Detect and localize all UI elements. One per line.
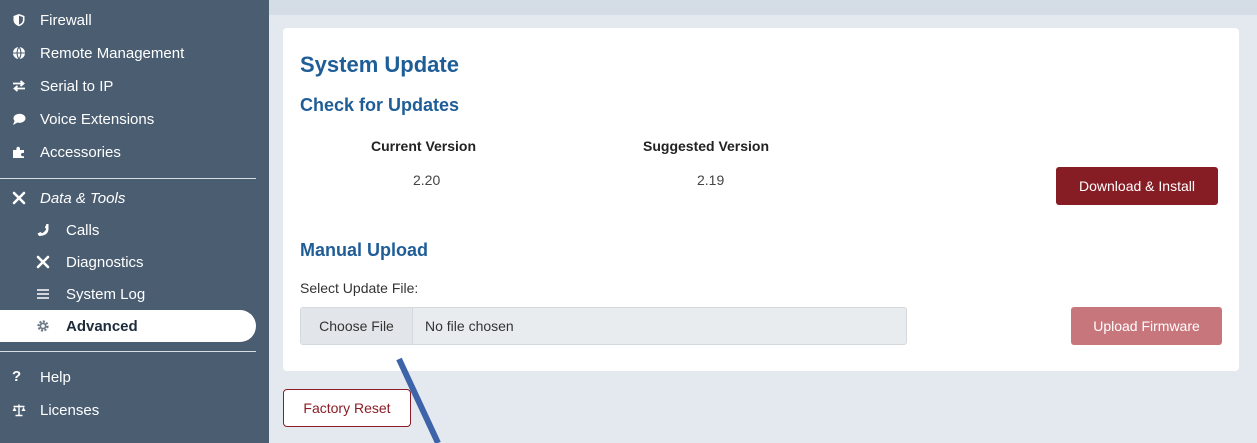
- sidebar-item-accessories[interactable]: Accessories: [0, 136, 256, 168]
- suggested-version-label: Suggested Version: [643, 138, 770, 154]
- sidebar-item-label: Remote Management: [40, 45, 185, 62]
- list-icon: [36, 287, 50, 301]
- sidebar-item-serial-to-ip[interactable]: Serial to IP: [0, 70, 256, 102]
- sidebar-item-help[interactable]: ? Help: [0, 361, 256, 393]
- manual-upload-heading: Manual Upload: [300, 240, 429, 260]
- current-version-label: Current Version: [371, 138, 477, 154]
- sidebar-item-label: Help: [40, 369, 71, 386]
- scales-icon: [12, 403, 26, 417]
- factory-reset-button[interactable]: Factory Reset: [283, 389, 411, 427]
- sidebar-item-label: Licenses: [40, 402, 100, 419]
- check-updates-heading: Check for Updates: [300, 95, 460, 115]
- update-file-input[interactable]: Choose File No file chosen: [300, 307, 907, 345]
- sidebar: Firewall Remote Management Serial to IP …: [0, 0, 269, 443]
- sidebar-item-label: Firewall: [40, 12, 92, 29]
- sidebar-item-remote-management[interactable]: Remote Management: [0, 37, 256, 69]
- sidebar-item-label: Voice Extensions: [40, 111, 155, 128]
- tools-icon: [12, 191, 26, 205]
- sidebar-divider: [0, 351, 256, 352]
- phone-icon: [36, 223, 50, 237]
- sidebar-item-label: Advanced: [66, 318, 138, 335]
- shield-icon: [12, 13, 26, 27]
- sidebar-item-label: System Log: [66, 286, 146, 303]
- chat-bubble-icon: [12, 112, 26, 126]
- download-install-button[interactable]: Download & Install: [1056, 167, 1218, 205]
- sidebar-item-diagnostics[interactable]: Diagnostics: [0, 246, 256, 278]
- top-strip: [269, 0, 1257, 15]
- choose-file-button[interactable]: Choose File: [301, 308, 413, 344]
- page-title: System Update: [300, 52, 459, 77]
- sidebar-item-licenses[interactable]: Licenses: [0, 394, 256, 426]
- sidebar-divider: [0, 178, 256, 179]
- puzzle-icon: [12, 145, 26, 159]
- select-file-label: Select Update File:: [300, 280, 419, 296]
- arrows-exchange-icon: [12, 79, 26, 93]
- gear-icon: [36, 319, 50, 333]
- sidebar-section-label: Data & Tools: [40, 190, 126, 207]
- sidebar-section-data-tools: Data & Tools: [0, 182, 256, 214]
- sidebar-item-label: Accessories: [40, 144, 121, 161]
- tools-icon: [36, 255, 50, 269]
- file-chosen-text: No file chosen: [425, 318, 514, 334]
- sidebar-item-label: Calls: [66, 222, 100, 239]
- sidebar-item-advanced[interactable]: Advanced: [0, 310, 256, 342]
- sidebar-item-label: Diagnostics: [66, 254, 144, 271]
- sidebar-item-firewall[interactable]: Firewall: [0, 4, 256, 36]
- sidebar-item-calls[interactable]: Calls: [0, 214, 256, 246]
- sidebar-item-voice-extensions[interactable]: Voice Extensions: [0, 103, 256, 135]
- globe-icon: [12, 46, 26, 60]
- current-version-value: 2.20: [413, 172, 441, 188]
- suggested-version-value: 2.19: [697, 172, 725, 188]
- sidebar-item-system-log[interactable]: System Log: [0, 278, 256, 310]
- question-icon: ?: [12, 368, 22, 385]
- sidebar-item-label: Serial to IP: [40, 78, 114, 95]
- upload-firmware-button[interactable]: Upload Firmware: [1071, 307, 1222, 345]
